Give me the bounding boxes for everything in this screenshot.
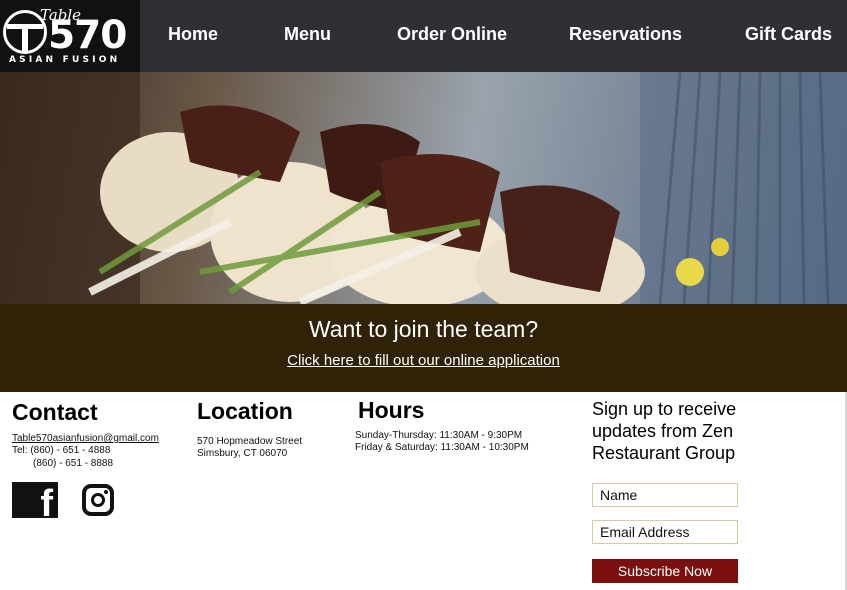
nav-order-online[interactable]: Order Online — [397, 24, 507, 45]
logo-t-stem — [22, 24, 28, 52]
location-city: Simsbury, CT 06070 — [197, 448, 288, 459]
name-input[interactable] — [592, 483, 738, 507]
top-navigation: Table 570 ASIAN FUSION Home Menu Order O… — [0, 0, 847, 72]
logo-number: 570 — [48, 13, 127, 58]
banner-title: Want to join the team? — [308, 316, 539, 342]
contact-email-link[interactable]: Table570asianfusion@gmail.com — [12, 433, 159, 446]
logo-subtitle: ASIAN FUSION — [9, 55, 121, 65]
contact-heading: Contact — [12, 399, 98, 425]
location-street: 570 Hopmeadow Street — [197, 436, 303, 447]
nav-gift-cards[interactable]: Gift Cards — [745, 24, 832, 45]
location-heading: Location — [197, 398, 293, 424]
join-team-banner: Want to join the team? Click here to fil… — [0, 304, 847, 392]
contact-phone-1: Tel: (860) - 651 - 4888 — [12, 445, 111, 456]
hours-heading: Hours — [358, 397, 425, 423]
hours-weekend: Friday & Saturday: 11:30AM - 10:30PM — [355, 442, 529, 453]
instagram-icon[interactable] — [82, 484, 114, 516]
restaurant-logo[interactable]: Table 570 ASIAN FUSION — [0, 0, 140, 72]
nav-menu[interactable]: Menu — [284, 24, 331, 45]
food-illustration — [0, 72, 847, 304]
instagram-dot — [104, 490, 108, 494]
hero-food-image — [0, 72, 847, 304]
facebook-icon[interactable]: f — [12, 482, 58, 524]
signup-text: Sign up to receive updates from Zen Rest… — [592, 399, 737, 463]
instagram-lens — [91, 493, 105, 507]
contact-phone-2: (860) - 651 - 8888 — [33, 458, 114, 469]
hours-weekday: Sunday-Thursday: 11:30AM - 9:30PM — [355, 430, 523, 441]
application-link[interactable]: Click here to fill out our online applic… — [0, 352, 847, 369]
email-input[interactable] — [592, 520, 738, 544]
subscribe-button[interactable]: Subscribe Now — [592, 559, 738, 583]
nav-home[interactable]: Home — [168, 24, 218, 45]
nav-reservations[interactable]: Reservations — [569, 24, 682, 45]
